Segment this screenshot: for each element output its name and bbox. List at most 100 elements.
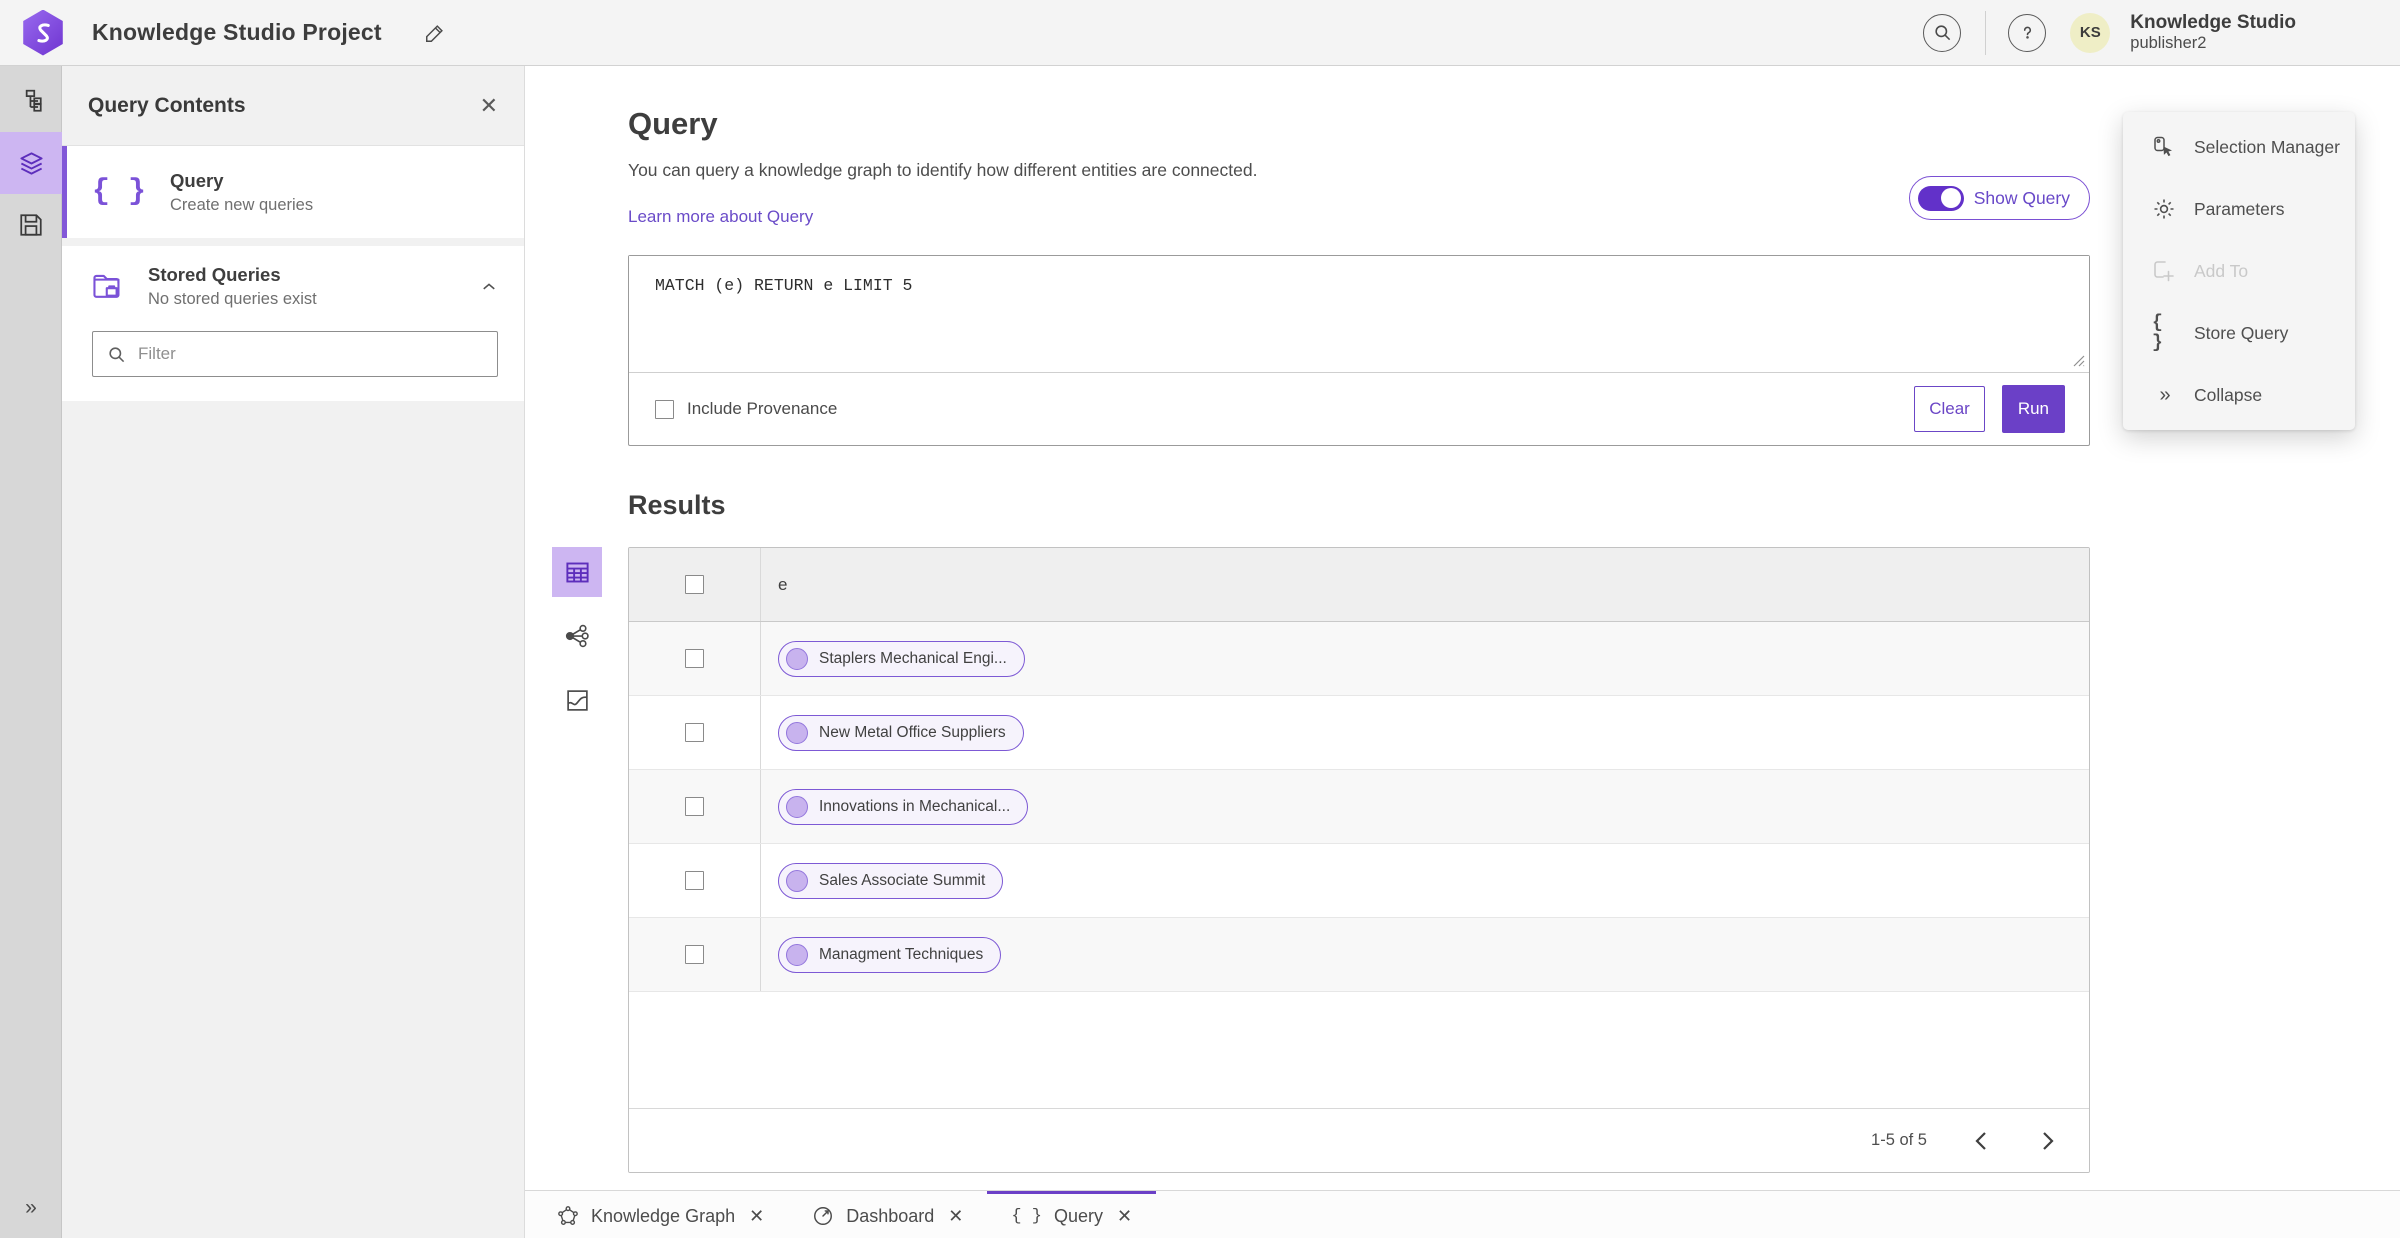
entity-label: Innovations in Mechanical... (819, 797, 1011, 815)
add-to-icon (2152, 259, 2176, 283)
close-tab-icon[interactable]: ✕ (948, 1206, 963, 1227)
close-tab-icon[interactable]: ✕ (1117, 1206, 1132, 1227)
row-checkbox[interactable] (685, 649, 704, 668)
select-all-checkbox[interactable] (685, 575, 704, 594)
show-query-label: Show Query (1973, 187, 2070, 208)
query-textarea[interactable]: MATCH (e) RETURN e LIMIT 5 (629, 256, 2089, 373)
menu-item-label: Collapse (2194, 384, 2263, 405)
top-bar: Knowledge Studio Project KS Knowledge St… (0, 0, 2400, 66)
entity-pill[interactable]: Staplers Mechanical Engi... (778, 640, 1025, 677)
entity-pill[interactable]: Sales Associate Summit (778, 862, 1004, 899)
table-row[interactable]: New Metal Office Suppliers (629, 696, 2089, 770)
project-title: Knowledge Studio Project (92, 19, 382, 45)
table-row[interactable]: Staplers Mechanical Engi... (629, 622, 2089, 696)
query-editor-box: MATCH (e) RETURN e LIMIT 5 Include Prove… (628, 255, 2090, 446)
menu-item-collapse[interactable]: » Collapse (2123, 364, 2355, 426)
menu-item-selection-manager[interactable]: Selection Manager (2123, 116, 2355, 178)
row-checkbox[interactable] (685, 797, 704, 816)
entity-pill[interactable]: Managment Techniques (778, 936, 1002, 973)
menu-item-add-to: Add To (2123, 240, 2355, 302)
map-view-button[interactable] (552, 675, 602, 725)
user-block: Knowledge Studio publisher2 (2130, 12, 2296, 53)
tab-dashboard[interactable]: Dashboard ✕ (788, 1191, 987, 1238)
table-pagination: 1-5 of 5 (629, 1108, 2089, 1172)
query-footer: Include Provenance Clear Run (629, 373, 2089, 445)
row-checkbox[interactable] (685, 945, 704, 964)
results-table: e Staplers Mechanical Engi... New Metal … (628, 547, 2090, 1173)
left-icon-rail: » (0, 66, 62, 1238)
table-row[interactable]: Innovations in Mechanical... (629, 770, 2089, 844)
header-checkbox-cell (629, 548, 761, 621)
entity-label: Managment Techniques (819, 945, 984, 963)
tab-label: Query (1053, 1205, 1103, 1226)
search-icon (1935, 25, 1950, 41)
table-icon (565, 562, 589, 582)
filter-box (92, 331, 498, 377)
entity-label: Staplers Mechanical Engi... (819, 649, 1007, 667)
stored-queries-title: Stored Queries (148, 264, 281, 285)
table-header-row: e (629, 548, 2089, 622)
chevron-left-icon (1974, 1131, 1986, 1150)
edit-title-button[interactable] (424, 22, 446, 44)
entity-pill[interactable]: Innovations in Mechanical... (778, 788, 1029, 825)
close-panel-button[interactable]: ✕ (480, 94, 498, 117)
chevron-up-icon[interactable] (480, 278, 498, 296)
menu-item-label: Add To (2194, 260, 2249, 281)
hierarchy-icon (25, 89, 42, 112)
help-button[interactable] (2008, 13, 2047, 52)
panel-title: Query Contents (88, 93, 246, 117)
app-logo-icon (23, 9, 63, 56)
table-row[interactable]: Managment Techniques (629, 918, 2089, 992)
tab-knowledge-graph[interactable]: Knowledge Graph ✕ (533, 1191, 788, 1238)
panel-header: Query Contents ✕ (62, 66, 524, 146)
row-checkbox[interactable] (685, 723, 704, 742)
query-item-title: Query (170, 169, 224, 191)
row-checkbox[interactable] (685, 871, 704, 890)
search-button[interactable] (1923, 13, 1962, 52)
filter-input[interactable] (138, 344, 483, 364)
avatar[interactable]: KS (2070, 12, 2111, 53)
results-title: Results (628, 490, 726, 520)
save-icon (20, 214, 42, 236)
clear-button[interactable]: Clear (1914, 386, 1985, 432)
show-query-toggle[interactable]: Show Query (1908, 176, 2090, 220)
knowledge-graph-icon (557, 1205, 579, 1227)
chevron-right-icon (2042, 1131, 2054, 1150)
include-provenance-label: Include Provenance (687, 399, 838, 418)
learn-more-link[interactable]: Learn more about Query (628, 207, 813, 227)
panel-item-stored-queries[interactable]: Stored Queries No stored queries exist (92, 264, 498, 309)
entity-pill[interactable]: New Metal Office Suppliers (778, 714, 1024, 751)
close-tab-icon[interactable]: ✕ (749, 1206, 764, 1227)
pencil-icon (425, 24, 443, 42)
link-chart-icon (565, 624, 589, 648)
rail-item-save[interactable] (0, 194, 62, 256)
expand-rail-button[interactable]: » (0, 1196, 62, 1220)
selection-manager-icon (2152, 135, 2176, 159)
previous-page-button[interactable] (1965, 1126, 1995, 1156)
entity-dot-icon (786, 869, 808, 892)
braces-icon: { } (2152, 313, 2163, 353)
user-name: publisher2 (2130, 33, 2207, 52)
topbar-divider (1985, 10, 1987, 55)
tab-label: Dashboard (846, 1205, 935, 1226)
knowledge-studio-app: Knowledge Studio Project KS Knowledge St… (0, 0, 2400, 1238)
menu-item-label: Selection Manager (2194, 136, 2340, 157)
toggle-track (1917, 185, 1964, 211)
tab-query[interactable]: { } Query ✕ (987, 1191, 1157, 1238)
run-button[interactable]: Run (2001, 385, 2065, 433)
menu-item-parameters[interactable]: Parameters (2123, 178, 2355, 240)
bottom-tab-bar: Knowledge Graph ✕ Dashboard ✕ { } Query … (525, 1190, 2400, 1238)
menu-item-store-query[interactable]: { } Store Query (2123, 302, 2355, 364)
table-row[interactable]: Sales Associate Summit (629, 844, 2089, 918)
panel-item-query[interactable]: { } Query Create new queries (62, 146, 524, 238)
rail-item-layers[interactable] (0, 132, 62, 194)
org-name: Knowledge Studio (2130, 12, 2296, 34)
rail-item-model[interactable] (0, 70, 62, 132)
table-view-button[interactable] (552, 547, 602, 597)
next-page-button[interactable] (2033, 1126, 2063, 1156)
entity-dot-icon (786, 943, 808, 966)
include-provenance-checkbox[interactable] (655, 399, 674, 419)
query-description: You can query a knowledge graph to ident… (628, 160, 1258, 180)
stored-queries-folder-icon (93, 274, 120, 298)
link-chart-view-button[interactable] (552, 611, 602, 661)
